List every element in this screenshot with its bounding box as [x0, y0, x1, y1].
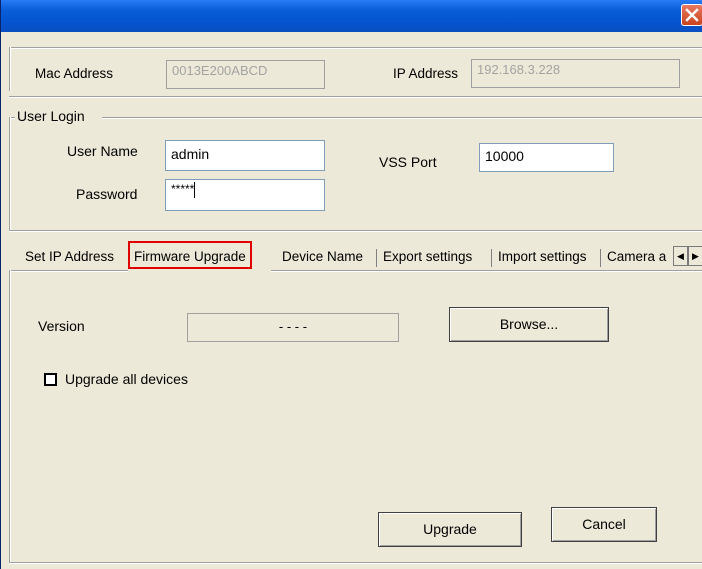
top-left-border: [9, 47, 11, 91]
cancel-button[interactable]: Cancel: [551, 507, 657, 542]
tab-device-name[interactable]: Device Name: [282, 245, 363, 269]
tab-import-settings[interactable]: Import settings: [498, 245, 587, 269]
tab-divider: [376, 249, 377, 267]
version-field: - - - -: [187, 313, 399, 342]
username-label: User Name: [67, 143, 138, 159]
upgrade-all-checkbox[interactable]: [44, 373, 57, 386]
login-group-border-bottom: [9, 230, 702, 232]
login-separator: [9, 96, 702, 98]
password-input[interactable]: *****: [165, 179, 325, 211]
tab-set-ip-address[interactable]: Set IP Address: [25, 245, 114, 269]
arrow-right-icon: ▶: [692, 251, 699, 261]
close-icon: [685, 8, 699, 22]
tab-firmware-upgrade[interactable]: Firmware Upgrade: [128, 241, 252, 269]
ip-address-field[interactable]: 192.168.3.228: [471, 59, 680, 88]
username-input[interactable]: admin: [165, 140, 325, 171]
tab-scroll-left-button[interactable]: ◀: [673, 246, 688, 266]
tab-panel-border-left: [9, 270, 128, 272]
tab-panel-border-right: [271, 270, 702, 272]
upgrade-all-label[interactable]: Upgrade all devices: [65, 371, 188, 387]
vss-port-input[interactable]: 10000: [479, 143, 614, 172]
password-label: Password: [76, 186, 138, 202]
arrow-left-icon: ◀: [677, 251, 684, 261]
mac-address-field[interactable]: 0013E200ABCD: [166, 60, 325, 89]
tab-scroll-right-button[interactable]: ▶: [688, 246, 702, 266]
login-group-border-top: [102, 117, 702, 119]
close-button[interactable]: [681, 4, 702, 26]
tab-divider: [491, 249, 492, 267]
password-mask: *****: [171, 182, 195, 197]
title-bar[interactable]: [1, 0, 702, 32]
tab-export-settings[interactable]: Export settings: [383, 245, 472, 269]
user-login-group-label: User Login: [15, 108, 87, 124]
top-separator: [9, 47, 702, 49]
tab-divider: [600, 249, 601, 267]
login-group-border-side: [9, 117, 11, 230]
tab-panel-border-side: [9, 270, 11, 562]
bottom-border: [9, 562, 702, 564]
vss-port-label: VSS Port: [379, 154, 437, 170]
browse-button[interactable]: Browse...: [449, 307, 609, 342]
upgrade-button[interactable]: Upgrade: [378, 512, 522, 547]
text-cursor: [194, 182, 196, 198]
version-label: Version: [38, 318, 85, 334]
device-config-window: Mac Address 0013E200ABCD IP Address 192.…: [0, 0, 702, 569]
tab-camera[interactable]: Camera a: [607, 245, 673, 269]
mac-address-label: Mac Address: [35, 66, 114, 81]
ip-address-label: IP Address: [393, 66, 459, 81]
